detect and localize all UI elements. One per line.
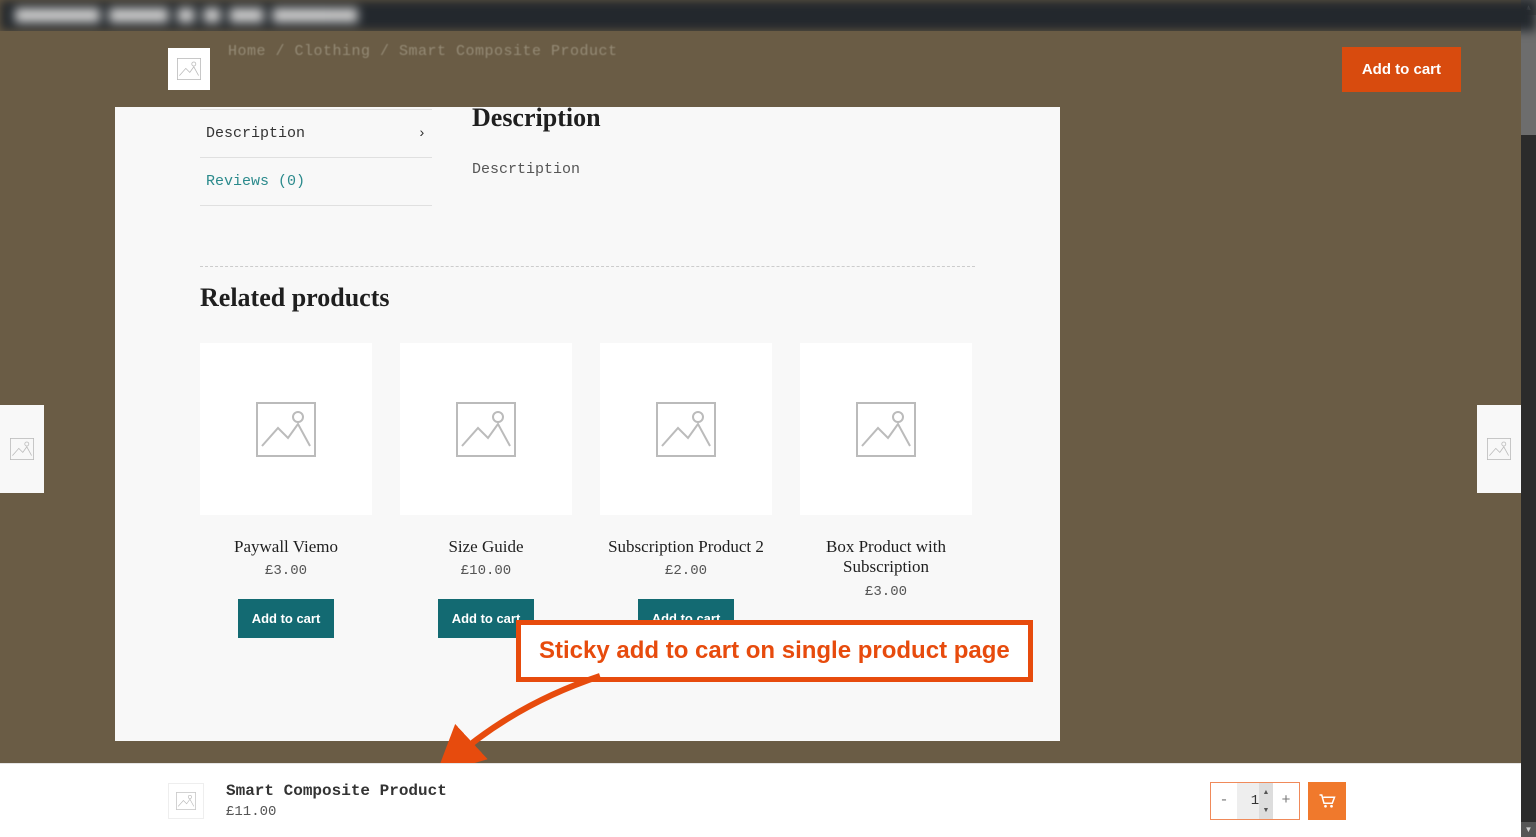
- product-thumbnail[interactable]: [800, 343, 972, 515]
- qty-decrement-button[interactable]: -: [1211, 783, 1237, 819]
- tab-description[interactable]: Description ›: [200, 110, 432, 158]
- tab-list: Description › Reviews (0): [200, 109, 432, 206]
- next-product-nav[interactable]: [1477, 405, 1521, 493]
- breadcrumb[interactable]: Home / Clothing / Smart Composite Produc…: [228, 43, 618, 60]
- related-heading: Related products: [200, 283, 975, 313]
- product-tabs: Description › Reviews (0) Description De…: [115, 109, 1060, 206]
- annotation-callout: Sticky add to cart on single product pag…: [516, 620, 1033, 682]
- placeholder-image-icon: [456, 402, 516, 457]
- qty-input-wrap: ▲ ▼: [1237, 783, 1273, 819]
- related-products-section: Related products Paywall Viemo £3.00 Add…: [115, 266, 1060, 659]
- placeholder-image-icon: [10, 438, 34, 460]
- product-title: Box Product with Subscription: [800, 537, 972, 578]
- prev-product-nav[interactable]: [0, 405, 44, 493]
- add-to-cart-button[interactable]: Add to cart: [238, 599, 335, 638]
- placeholder-image-icon: [177, 58, 201, 80]
- sticky-product-info: Smart Composite Product £11.00: [168, 782, 447, 820]
- sticky-product-thumbnail[interactable]: [168, 48, 210, 90]
- product-thumbnail[interactable]: [400, 343, 572, 515]
- related-product[interactable]: Subscription Product 2 £2.00 Add to cart: [600, 343, 772, 659]
- product-grid: Paywall Viemo £3.00 Add to cart Size Gui…: [200, 343, 975, 659]
- placeholder-image-icon: [856, 402, 916, 457]
- sticky-top-bar: Home / Clothing / Smart Composite Produc…: [0, 31, 1521, 107]
- spinner-up-icon[interactable]: ▲: [1259, 783, 1273, 801]
- product-thumbnail[interactable]: [600, 343, 772, 515]
- tab-label: Description: [206, 125, 305, 142]
- annotation-text: Sticky add to cart on single product pag…: [539, 637, 1010, 664]
- placeholder-image-icon: [1487, 438, 1511, 460]
- placeholder-image-icon: [656, 402, 716, 457]
- sticky-product-price: £11.00: [226, 804, 447, 820]
- tab-label: Reviews (0): [206, 173, 305, 190]
- chevron-right-icon: ›: [418, 126, 426, 142]
- placeholder-image-icon: [176, 792, 196, 810]
- product-title: Size Guide: [448, 537, 523, 557]
- divider: [200, 266, 975, 267]
- product-price: £3.00: [865, 584, 907, 600]
- description-body: Descrtiption: [472, 161, 975, 178]
- description-heading: Description: [472, 103, 975, 133]
- admin-bar-blur: ██████████ ███████ ██ ██ ████ ██████████: [15, 8, 358, 23]
- related-product[interactable]: Size Guide £10.00 Add to cart: [400, 343, 572, 659]
- spinner-down-icon[interactable]: ▼: [1259, 801, 1273, 819]
- sticky-cart-controls: - ▲ ▼ +: [1210, 782, 1346, 820]
- sticky-product-name: Smart Composite Product: [226, 782, 447, 800]
- cart-icon: [1318, 793, 1336, 809]
- product-thumbnail[interactable]: [200, 343, 372, 515]
- quantity-stepper: - ▲ ▼ +: [1210, 782, 1300, 820]
- sticky-add-to-cart-button[interactable]: Add to cart: [1342, 47, 1461, 92]
- tab-reviews[interactable]: Reviews (0): [200, 158, 432, 206]
- placeholder-image-icon: [256, 402, 316, 457]
- product-title: Subscription Product 2: [608, 537, 764, 557]
- qty-increment-button[interactable]: +: [1273, 783, 1299, 819]
- scrollbar-thumb[interactable]: [1521, 15, 1536, 135]
- related-product[interactable]: Paywall Viemo £3.00 Add to cart: [200, 343, 372, 659]
- wp-admin-bar[interactable]: ██████████ ███████ ██ ██ ████ ██████████: [0, 0, 1536, 31]
- scroll-down-icon[interactable]: ▼: [1521, 822, 1536, 837]
- related-product[interactable]: Box Product with Subscription £3.00 Add …: [800, 343, 972, 659]
- tab-panel-description: Description Descrtiption: [432, 109, 975, 206]
- sticky-product-meta: Smart Composite Product £11.00: [226, 782, 447, 820]
- product-price: £10.00: [461, 563, 511, 579]
- sticky-product-thumbnail[interactable]: [168, 783, 204, 819]
- scrollbar-track[interactable]: ▲ ▼: [1521, 0, 1536, 837]
- product-title: Paywall Viemo: [234, 537, 338, 557]
- product-price: £3.00: [265, 563, 307, 579]
- sticky-add-to-cart-button[interactable]: [1308, 782, 1346, 820]
- sticky-bottom-bar: Smart Composite Product £11.00 - ▲ ▼ +: [0, 763, 1521, 837]
- qty-spinner: ▲ ▼: [1259, 783, 1273, 819]
- product-price: £2.00: [665, 563, 707, 579]
